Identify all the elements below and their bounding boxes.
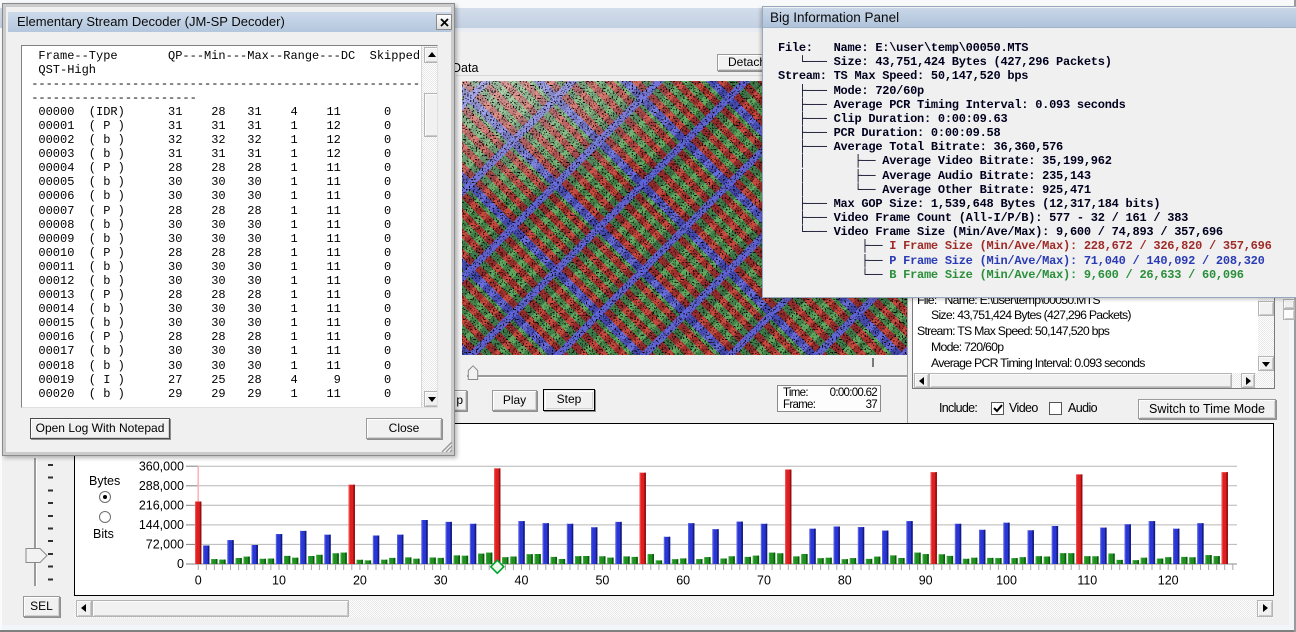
svg-text:60: 60 [676,574,690,588]
svg-text:360,000: 360,000 [139,459,184,473]
svg-text:20: 20 [353,574,367,588]
svg-text:50: 50 [595,574,609,588]
svg-text:100: 100 [996,574,1017,588]
svg-text:72,000: 72,000 [146,538,184,552]
svg-text:10: 10 [272,574,286,588]
svg-text:288,000: 288,000 [139,479,184,493]
svg-text:90: 90 [919,574,933,588]
svg-text:216,000: 216,000 [139,499,184,513]
svg-text:30: 30 [434,574,448,588]
svg-text:120: 120 [1158,574,1179,588]
svg-text:110: 110 [1077,574,1097,588]
svg-text:80: 80 [838,574,852,588]
svg-text:0: 0 [195,574,202,588]
svg-text:40: 40 [515,574,529,588]
svg-text:144,000: 144,000 [139,518,184,532]
svg-text:70: 70 [757,574,771,588]
svg-text:0: 0 [177,557,184,571]
